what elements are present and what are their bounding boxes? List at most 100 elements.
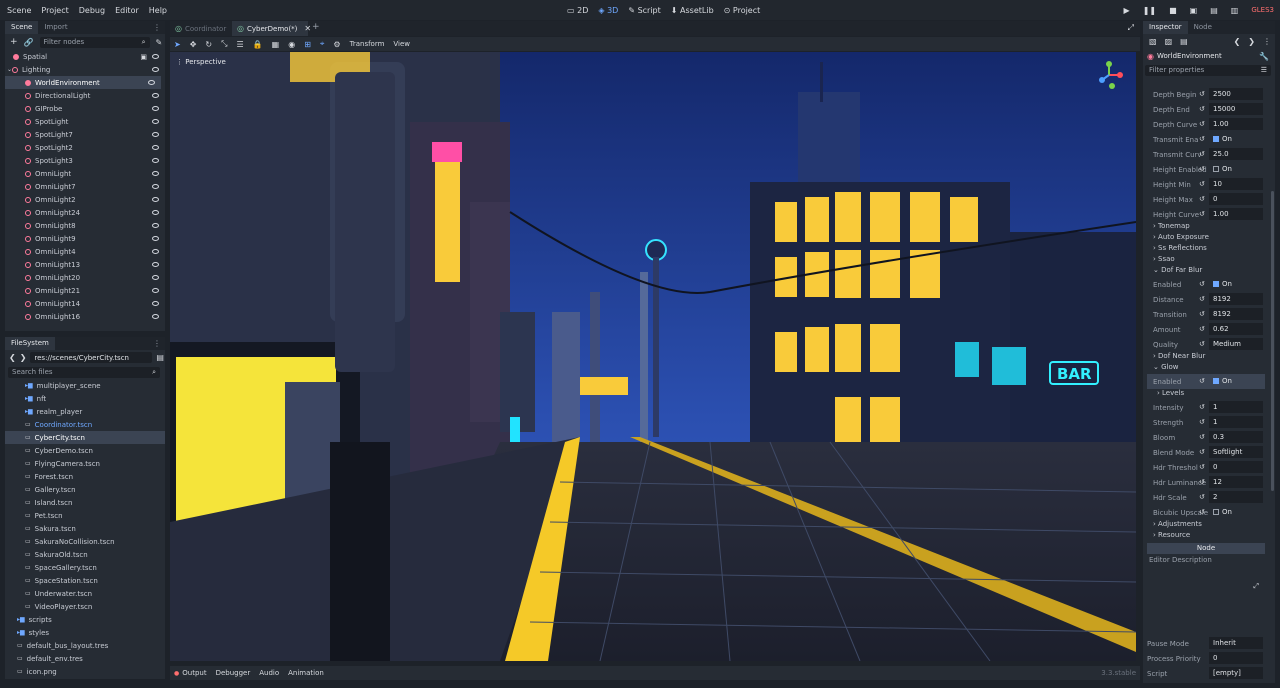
revert-icon[interactable]: ↺ [1199, 463, 1205, 471]
revert-icon[interactable]: ↺ [1199, 493, 1205, 501]
file-item[interactable]: ▭ Sakura.tscn [5, 522, 165, 535]
renderer-label[interactable]: GLES3 [1251, 6, 1274, 14]
tab-debugger[interactable]: Debugger [216, 669, 251, 677]
checkbox-icon[interactable] [1213, 509, 1219, 515]
revert-icon[interactable]: ↺ [1199, 180, 1205, 188]
filter-nodes-input[interactable]: Filter nodes ⌕ [39, 36, 150, 48]
menu-help[interactable]: Help [149, 6, 167, 15]
move-tool-icon[interactable]: ✥ [190, 40, 197, 49]
node-section-button[interactable]: Node [1147, 543, 1265, 554]
back-icon[interactable]: ❮ [9, 353, 16, 362]
folder-item[interactable]: ▸▆ multiplayer_scene [5, 379, 165, 392]
split-view-icon[interactable]: ▤ [156, 353, 164, 362]
expand-icon[interactable]: ⤢ [1253, 582, 1259, 591]
add-tab-icon[interactable]: + [312, 22, 320, 32]
transform-menu[interactable]: Transform [350, 40, 385, 48]
visibility-eye-icon[interactable] [152, 93, 159, 98]
revert-icon[interactable]: ↺ [1199, 210, 1205, 218]
property-section[interactable]: › Auto Exposure [1147, 233, 1265, 244]
revert-icon[interactable]: ↺ [1199, 295, 1205, 303]
scene-node[interactable]: SpotLight7 [5, 128, 165, 141]
tab-scene[interactable]: Scene [5, 21, 39, 34]
visibility-eye-icon[interactable] [152, 314, 159, 319]
revert-icon[interactable]: ↺ [1199, 448, 1205, 456]
movie-icon[interactable]: ▥ [1231, 6, 1239, 15]
visibility-eye-icon[interactable] [152, 67, 159, 72]
perspective-menu[interactable]: ⋮ Perspective [176, 58, 226, 66]
visibility-eye-icon[interactable] [152, 54, 159, 59]
select-tool-icon[interactable]: ➤ [174, 40, 181, 49]
play-scene-icon[interactable]: ▣ [1190, 6, 1198, 15]
scene-node[interactable]: OmniLight2 [5, 193, 165, 206]
revert-icon[interactable]: ↺ [1199, 195, 1205, 203]
tab-inspector[interactable]: Inspector [1143, 21, 1188, 34]
scene-node[interactable]: ⌄ Lighting [5, 63, 165, 76]
mode-script[interactable]: ✎ Script [628, 6, 660, 15]
file-item[interactable]: ▭ SakuraOld.tscn [5, 548, 165, 561]
file-item[interactable]: ▭ Island.tscn [5, 496, 165, 509]
file-item[interactable]: ▭ CyberDemo.tscn [5, 444, 165, 457]
lock-icon[interactable]: 🔒 [253, 40, 263, 49]
property-value[interactable]: 15000 [1209, 103, 1263, 115]
tab-filesystem[interactable]: FileSystem [5, 337, 55, 350]
viewport-3d[interactable]: BAR ⋮ Perspective [170, 52, 1136, 661]
file-item[interactable]: ▭ FlyingCamera.tscn [5, 457, 165, 470]
tab-animation[interactable]: Animation [288, 669, 324, 677]
menu-scene[interactable]: Scene [7, 6, 31, 15]
revert-icon[interactable]: ↺ [1199, 433, 1205, 441]
scene-node[interactable]: SpotLight [5, 115, 165, 128]
property-value[interactable]: On [1209, 506, 1263, 518]
property-value[interactable]: 8192 [1209, 293, 1263, 305]
revert-icon[interactable]: ↺ [1199, 105, 1205, 113]
save-icon[interactable]: ▤ [1180, 37, 1188, 46]
scene-node[interactable]: OmniLight7 [5, 180, 165, 193]
folder-item[interactable]: ▸▆ realm_player [5, 405, 165, 418]
orientation-gizmo[interactable] [1092, 58, 1126, 92]
visibility-eye-icon[interactable] [152, 197, 159, 202]
scene-node[interactable]: OmniLight13 [5, 258, 165, 271]
property-value[interactable]: On [1209, 375, 1263, 387]
scene-node[interactable]: OmniLight8 [5, 219, 165, 232]
file-item[interactable]: ▭ CyberCity.tscn [5, 431, 165, 444]
visibility-eye-icon[interactable] [152, 210, 159, 215]
property-section[interactable]: › Resource [1147, 531, 1265, 542]
pause-icon[interactable]: ❚❚ [1143, 6, 1156, 15]
visibility-eye-icon[interactable] [152, 275, 159, 280]
property-section[interactable]: › Ssao [1147, 255, 1265, 266]
add-node-icon[interactable]: + [10, 37, 18, 47]
scene-tab-coordinator[interactable]: ◎ Coordinator [170, 21, 230, 36]
checkbox-icon[interactable] [1213, 281, 1219, 287]
scene-node[interactable]: OmniLight [5, 167, 165, 180]
object-tools-icon[interactable]: 🔧 [1259, 52, 1269, 61]
property-value[interactable]: Inherit [1209, 637, 1263, 649]
property-value[interactable]: 10 [1209, 178, 1263, 190]
view-menu[interactable]: View [393, 40, 410, 48]
file-item[interactable]: ▭ Pet.tscn [5, 509, 165, 522]
file-item[interactable]: ▭ Gallery.tscn [5, 483, 165, 496]
scene-node[interactable]: OmniLight21 [5, 284, 165, 297]
property-value[interactable]: 12 [1209, 476, 1263, 488]
property-value[interactable]: [empty] [1209, 667, 1263, 679]
property-value[interactable]: Medium [1209, 338, 1263, 350]
history-icon[interactable]: ⋮ [1263, 37, 1271, 46]
visibility-eye-icon[interactable] [152, 236, 159, 241]
checkbox-icon[interactable] [1213, 166, 1219, 172]
revert-icon[interactable]: ↺ [1199, 325, 1205, 333]
distraction-free-icon[interactable]: ⤢ [1128, 23, 1134, 33]
checkbox-icon[interactable] [1213, 378, 1219, 384]
lock-icon[interactable]: ▣ [140, 53, 147, 61]
property-section[interactable]: › Adjustments [1147, 520, 1265, 531]
tab-node[interactable]: Node [1188, 21, 1218, 34]
menu-project[interactable]: Project [41, 6, 68, 15]
property-section[interactable]: › Levels [1147, 389, 1265, 400]
scale-tool-icon[interactable]: ⤡ [221, 39, 227, 49]
visibility-eye-icon[interactable] [152, 288, 159, 293]
property-value[interactable]: 0.62 [1209, 323, 1263, 335]
mode-project[interactable]: ⊙ Project [724, 6, 761, 15]
visibility-eye-icon[interactable] [152, 249, 159, 254]
property-value[interactable]: 0.3 [1209, 431, 1263, 443]
property-value[interactable]: 1 [1209, 416, 1263, 428]
filter-properties-input[interactable]: Filter properties ☰ [1145, 64, 1271, 76]
mode-assetlib[interactable]: ⬇ AssetLib [671, 6, 714, 15]
scene-node[interactable]: WorldEnvironment [5, 76, 161, 89]
